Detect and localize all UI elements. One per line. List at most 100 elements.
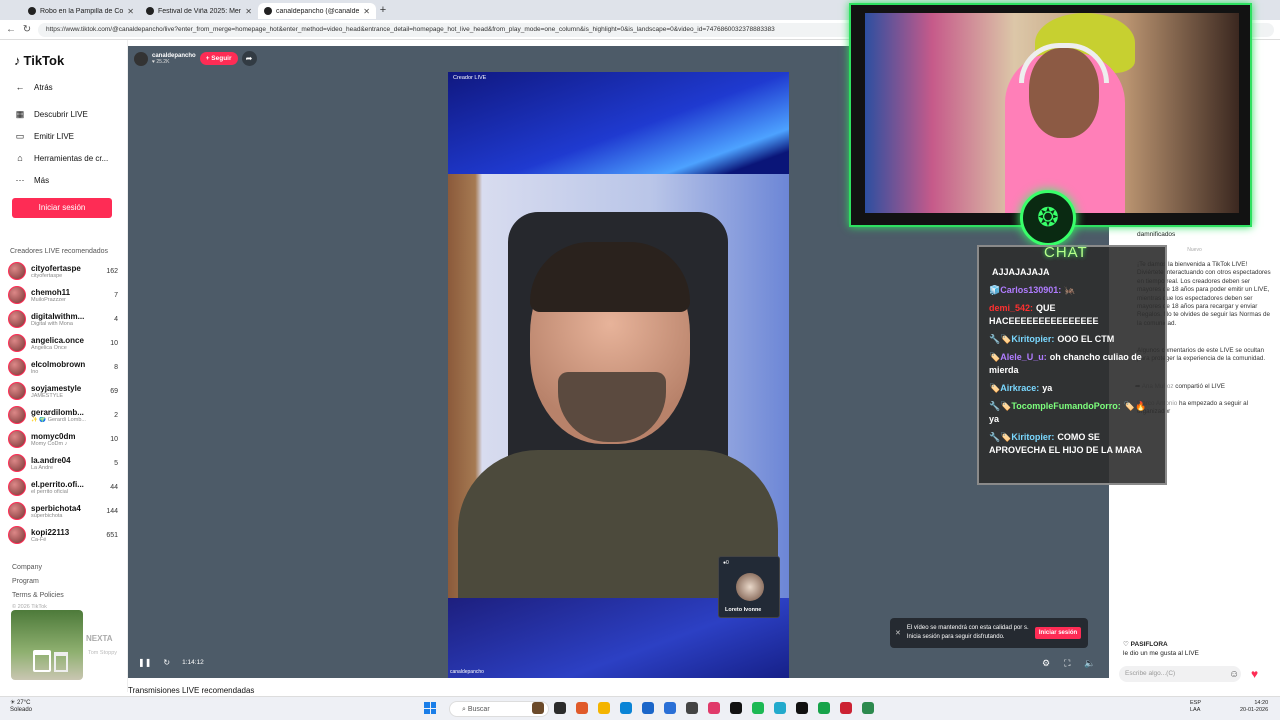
creator-row[interactable]: kopi22113 Ca-Fé 651 bbox=[8, 524, 118, 546]
taskbar-app-icon[interactable] bbox=[686, 702, 698, 714]
nav-go-live[interactable]: ▭ Emitir LIVE bbox=[14, 131, 74, 142]
like-heart-icon[interactable]: ♥ bbox=[1251, 667, 1258, 681]
creator-name: sperbichota4 bbox=[31, 503, 81, 513]
creator-viewer-count: 44 bbox=[110, 483, 118, 491]
footer-link-terms[interactable]: Terms & Policies bbox=[12, 592, 64, 599]
creator-row[interactable]: la.andre04 La Andre 5 bbox=[8, 452, 118, 474]
host-likes: ♥ 25.2K bbox=[152, 58, 170, 65]
creator-avatar bbox=[8, 382, 26, 400]
nav-more[interactable]: ··· Más bbox=[14, 175, 50, 185]
creator-row[interactable]: angelica.once Angelica Once 10 bbox=[8, 332, 118, 354]
cohost-tile[interactable]: ●0 Loreto Ivonne bbox=[718, 556, 780, 618]
browser-tab[interactable]: Robo en la Pampilla de Coquimbo✕ bbox=[22, 3, 140, 19]
mini-player-title: NEXTA bbox=[86, 634, 113, 643]
chat-input[interactable]: Escribe algo...(C) bbox=[1119, 666, 1241, 682]
toast-login-button[interactable]: Iniciar sesión bbox=[1034, 627, 1082, 639]
taskbar-app-icon[interactable] bbox=[818, 702, 830, 714]
browser-tab-active[interactable]: canaldepancho (@canaldepancho)✕ bbox=[258, 3, 376, 19]
taskbar-app-icon[interactable] bbox=[752, 702, 764, 714]
nav-creator-tools[interactable]: ⌂ Herramientas de cr... bbox=[14, 153, 108, 163]
system-tray-language[interactable]: ESP LAA bbox=[1190, 700, 1201, 714]
overlay-chat-user: 🔧🏷️Kiritopier: bbox=[989, 432, 1055, 442]
taskbar-app-icon[interactable] bbox=[576, 702, 588, 714]
taskbar-app-icon[interactable] bbox=[708, 702, 720, 714]
footer-link-program[interactable]: Program bbox=[12, 578, 39, 585]
taskbar-app-icon[interactable] bbox=[730, 702, 742, 714]
close-icon[interactable]: ✕ bbox=[895, 629, 901, 637]
taskbar-app-icon[interactable] bbox=[664, 702, 676, 714]
creator-name: elcolmobrown bbox=[31, 359, 86, 369]
cohost-avatar bbox=[736, 573, 764, 601]
overlay-chat-message: 🔧🏷️Kiritopier: COMO SE APROVECHA EL HIJO … bbox=[989, 431, 1157, 457]
reload-icon[interactable]: ↻ bbox=[22, 24, 32, 35]
creator-row[interactable]: digitalwithm... Digital with Mona 4 bbox=[8, 308, 118, 330]
taskbar-app-icon[interactable] bbox=[840, 702, 852, 714]
creator-row[interactable]: cityofertaspe cityofertaspe 162 bbox=[8, 260, 118, 282]
host-avatar[interactable] bbox=[134, 51, 148, 66]
creator-avatar bbox=[8, 334, 26, 352]
start-menu-icon[interactable] bbox=[424, 702, 436, 714]
fullscreen-icon[interactable]: ⛶ bbox=[1064, 658, 1070, 669]
tiktok-logo[interactable]: ♪ TikTok bbox=[14, 53, 64, 68]
pause-icon[interactable]: ❚❚ bbox=[138, 658, 151, 667]
creator-row[interactable]: gerardilomb... ✨ 🌍 Gerardi Lomb... 2 bbox=[8, 404, 118, 426]
taskbar-app-icon[interactable] bbox=[774, 702, 786, 714]
taskbar-app-icon[interactable] bbox=[642, 702, 654, 714]
player-right-controls: ⚙ ⛶ 🔈 bbox=[1042, 658, 1096, 669]
cohost-name: Loreto Ivonne bbox=[725, 607, 762, 613]
taskbar-app-icon[interactable] bbox=[598, 702, 610, 714]
overlay-chat-user: 🔧🏷️TocompleFumandoPorro: bbox=[989, 401, 1121, 411]
overlay-chat-message: 🏷️Airkrace: ya bbox=[989, 382, 1157, 395]
settings-icon[interactable]: ⚙ bbox=[1042, 658, 1050, 669]
taskbar-app-icon[interactable] bbox=[796, 702, 808, 714]
creator-avatar bbox=[8, 310, 26, 328]
login-button[interactable]: Iniciar sesión bbox=[12, 198, 112, 218]
volume-icon[interactable]: 🔈 bbox=[1084, 658, 1095, 669]
taskbar-app-icon[interactable] bbox=[862, 702, 874, 714]
creator-row[interactable]: chemoh11 MuiloPrazzzer 7 bbox=[8, 284, 118, 306]
sidebar: ♪ TikTok ← Atrás ▦ Descubrir LIVE ▭ Emitir L… bbox=[0, 40, 128, 692]
overlay-chat-user: 🏷️Alele_U_u: bbox=[989, 352, 1047, 362]
timecode: 1:14:12 bbox=[182, 659, 204, 666]
close-tab-icon[interactable]: ✕ bbox=[245, 7, 252, 16]
new-tab-button[interactable]: + bbox=[376, 4, 390, 16]
taskbar-app-icon[interactable] bbox=[620, 702, 632, 714]
creator-subtitle: MuiloPrazzzer bbox=[31, 296, 66, 303]
creator-viewer-count: 2 bbox=[114, 411, 118, 419]
browser-tab[interactable]: Festival de Viña 2025: Mensajes y✕ bbox=[140, 3, 258, 19]
back-icon[interactable]: ← bbox=[6, 24, 16, 35]
creator-name: momyc0dm bbox=[31, 431, 76, 441]
footer-link-company[interactable]: Company bbox=[12, 564, 42, 571]
system-clock[interactable]: 14:20 20-01-2026 bbox=[1240, 700, 1268, 714]
mini-player-thumbnail[interactable] bbox=[11, 610, 83, 680]
creator-row[interactable]: el.perrito.ofi... el perrito oficial 44 bbox=[8, 476, 118, 498]
windows-taskbar: ☀ 27°C Soleado ⌕ Buscar ESP LAA 14:20 20-01… bbox=[0, 696, 1280, 720]
close-tab-icon[interactable]: ✕ bbox=[127, 7, 134, 16]
creator-subtitle: Digital with Mona bbox=[31, 320, 73, 327]
creator-row[interactable]: elcolmobrown lno 8 bbox=[8, 356, 118, 378]
tiktok-favicon-icon bbox=[264, 7, 272, 15]
taskbar-app-icon[interactable] bbox=[532, 702, 544, 714]
creator-name: gerardilomb... bbox=[31, 407, 84, 417]
nav-back[interactable]: ← Atrás bbox=[14, 82, 53, 92]
refresh-icon[interactable]: ↻ bbox=[163, 658, 170, 667]
creator-avatar bbox=[8, 430, 26, 448]
tiktok-favicon-icon bbox=[28, 7, 36, 15]
weather-widget[interactable]: ☀ 27°C Soleado bbox=[10, 700, 32, 714]
follow-button[interactable]: + Seguir bbox=[199, 52, 238, 65]
creator-avatar bbox=[8, 502, 26, 520]
creator-row[interactable]: momyc0dm Momy CoDm ♪ 10 bbox=[8, 428, 118, 450]
share-icon[interactable]: ➦ bbox=[241, 51, 257, 66]
more-icon: ··· bbox=[15, 175, 25, 185]
nav-discover-live[interactable]: ▦ Descubrir LIVE bbox=[14, 109, 88, 120]
creator-live-badge: Creador LIVE bbox=[453, 75, 487, 81]
overlay-chat-title: CHAT bbox=[1044, 244, 1088, 261]
close-tab-icon[interactable]: ✕ bbox=[363, 7, 370, 16]
taskbar-app-icon[interactable] bbox=[554, 702, 566, 714]
emoji-icon[interactable]: ☺ bbox=[1229, 669, 1239, 680]
creator-avatar bbox=[8, 454, 26, 472]
quality-toast: ✕ El vídeo se mantendrá con esta calidad… bbox=[890, 618, 1088, 648]
creator-row[interactable]: soyjamestyle JAMESTYLE 69 bbox=[8, 380, 118, 402]
recommended-lives-title: Transmisiones LIVE recomendadas bbox=[128, 686, 255, 695]
creator-row[interactable]: sperbichota4 súperbichota 144 bbox=[8, 500, 118, 522]
